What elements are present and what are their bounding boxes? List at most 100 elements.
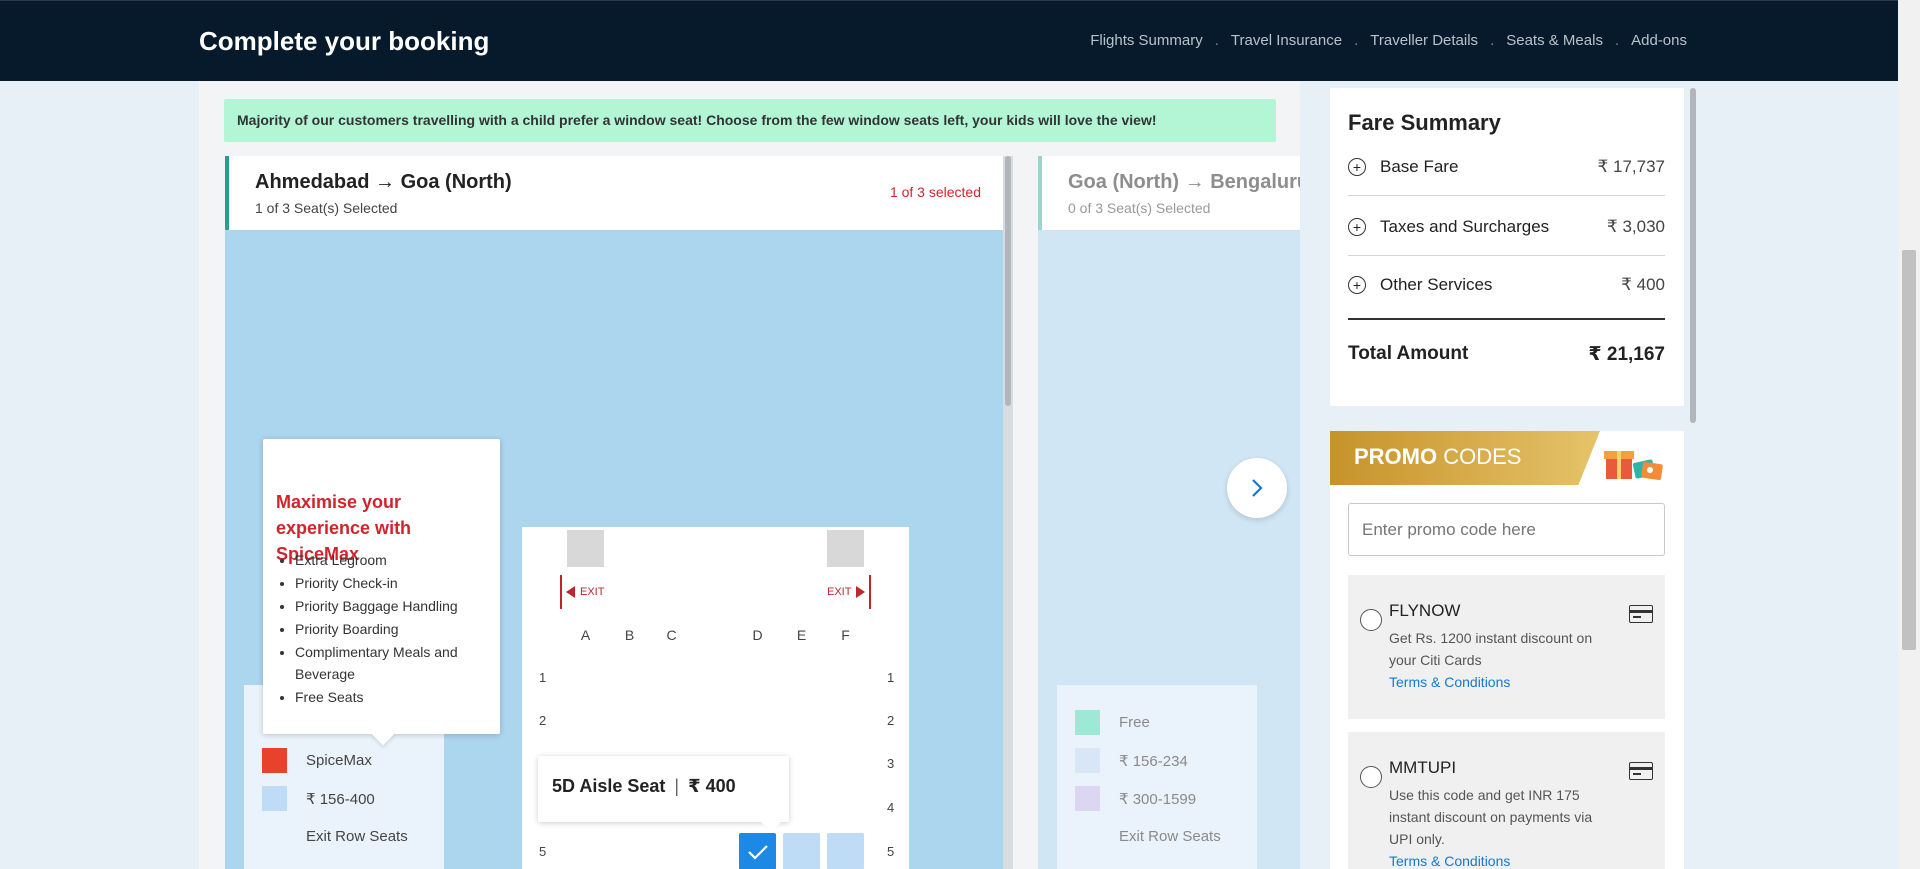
sidebar-scrollbar[interactable] [1690,88,1696,423]
toilet-block [827,530,864,567]
promo-code: FLYNOW [1389,601,1461,620]
benefit-item: Complimentary Meals and Beverage [295,641,490,685]
seats-selected-count: 0 of 3 Seat(s) Selected [1068,200,1211,216]
check-icon [747,844,768,860]
fare-row-base[interactable]: + Base Fare ₹ 17,737 [1348,138,1665,196]
step-separator: . [1490,32,1495,49]
legend-label: ₹ 156-400 [306,790,375,808]
toilet-block [567,530,604,567]
fare-label: Taxes and Surcharges [1380,216,1550,236]
step-seats-meals[interactable]: Seats & Meals [1506,32,1603,49]
row-label: 5 [887,844,895,859]
flight-route: Goa (North) → Bengaluru [1068,171,1300,193]
promo-title-rest: CODES [1437,444,1522,469]
fare-value: ₹ 3,030 [1606,216,1665,236]
promo-offer-mmtupi[interactable]: MMTUPI Use this code and get INR 175 ins… [1348,732,1665,869]
fare-summary-title: Fare Summary [1348,110,1501,135]
page-title: Complete your booking [199,26,490,56]
column-label: A [580,627,591,643]
step-separator: . [1354,32,1359,49]
exit-marker-left: EXIT [560,575,604,609]
promo-codes-panel: PROMO CODES FLYNOW Get Rs. 1200 instant … [1330,431,1684,869]
promo-radio[interactable] [1360,766,1382,788]
fare-row-other[interactable]: + Other Services ₹ 400 [1348,256,1665,314]
total-value: ₹ 21,167 [1588,344,1665,365]
legend-label: ₹ 300-1599 [1119,790,1197,808]
step-flights-summary[interactable]: Flights Summary [1090,32,1203,49]
promo-radio[interactable] [1360,609,1382,631]
seat-tooltip: 5D Aisle Seat | ₹ 400 [538,756,789,832]
seat-card-header[interactable]: Ahmedabad → Goa (North) 1 of 3 Seat(s) S… [225,156,1007,230]
spicemax-benefits-list: Extra Legroom Priority Check-in Priority… [295,549,490,709]
seat-card-header[interactable]: Goa (North) → Bengaluru 0 of 3 Seat(s) S… [1038,156,1300,230]
legend-swatch [262,786,287,811]
selected-badge: 1 of 3 selected [889,184,981,200]
seat-5f[interactable] [827,833,864,869]
arrow-left-icon [566,586,575,598]
page-scrollbar[interactable] [1902,250,1916,650]
gift-icon [1604,451,1663,481]
step-add-ons[interactable]: Add-ons [1631,32,1687,49]
flight-route: Ahmedabad → Goa (North) [255,171,512,193]
total-divider [1348,318,1665,320]
fare-row-taxes[interactable]: + Taxes and Surcharges ₹ 3,030 [1348,198,1665,256]
legend-swatch [1075,786,1100,811]
legend-item: ₹ 156-400 [262,786,375,811]
step-travel-insurance[interactable]: Travel Insurance [1231,32,1342,49]
step-separator: . [1614,32,1620,49]
child-window-seat-banner: Majority of our customers travelling wit… [224,99,1276,142]
exit-label: EXIT [827,586,852,598]
top-header: Complete your booking Flights Summary . … [0,0,1898,81]
seat-card-scrollbar[interactable] [1005,156,1011,406]
legend-item: Exit Row Seats [1075,824,1221,849]
arrow-right-icon [856,586,866,598]
terms-conditions-link[interactable]: Terms & Conditions [1389,853,1510,869]
total-label: Total Amount [1348,343,1469,364]
expand-plus-icon[interactable]: + [1348,276,1366,294]
legend-swatch [1075,824,1100,849]
promo-code-input[interactable] [1348,503,1665,556]
terms-conditions-link[interactable]: Terms & Conditions [1389,674,1510,690]
legend-swatch [1075,710,1100,735]
row-label: 1 [539,670,547,685]
legend-item: ₹ 156-234 [1075,748,1188,773]
exit-label: EXIT [580,586,605,598]
promo-offer-flynow[interactable]: FLYNOW Get Rs. 1200 instant discount on … [1348,575,1665,719]
expand-plus-icon[interactable]: + [1348,157,1366,176]
seat-5e[interactable] [783,833,820,869]
legend-item: Free [1075,710,1150,735]
row-label: 1 [887,670,895,685]
row-label: 4 [887,800,895,815]
promo-header: PROMO CODES [1330,431,1600,485]
legend-item: ₹ 300-1599 [1075,786,1196,811]
expand-plus-icon[interactable]: + [1348,217,1366,236]
legend-label: Exit Row Seats [306,828,408,845]
column-label: D [752,627,763,643]
legend-item: Exit Row Seats [262,824,408,849]
total-amount-row: Total Amount ₹ 21,167 [1348,343,1665,366]
row-label: 5 [539,844,547,859]
benefit-item: Priority Check-in [295,572,490,594]
legend-label: Exit Row Seats [1119,828,1221,845]
promo-title: PROMO CODES [1354,444,1521,470]
row-label: 2 [539,713,547,728]
promo-title-bold: PROMO [1354,444,1438,469]
seat-5d-selected[interactable] [739,833,776,869]
next-flight-button[interactable] [1227,458,1287,518]
column-label: F [841,627,850,643]
column-label: B [624,627,635,643]
exit-bar [560,575,562,609]
seat-legend: Free ₹ 156-234 ₹ 300-1599 Exit Row Seats [1057,685,1257,869]
step-traveller-details[interactable]: Traveller Details [1370,32,1478,49]
seat-tooltip-seat: 5D Aisle Seat [552,776,666,796]
promo-description: Get Rs. 1200 instant discount on your Ci… [1389,630,1593,668]
legend-swatch [262,824,287,849]
legend-swatch [1075,748,1100,773]
row-label: 2 [887,713,895,728]
legend-label: Free [1119,714,1150,731]
fare-label: Base Fare [1380,156,1459,176]
seat-tooltip-separator: | [674,776,680,796]
fare-summary: Fare Summary + Base Fare ₹ 17,737 + Taxe… [1330,88,1684,406]
fare-value: ₹ 17,737 [1597,156,1665,176]
fare-label: Other Services [1380,275,1493,294]
